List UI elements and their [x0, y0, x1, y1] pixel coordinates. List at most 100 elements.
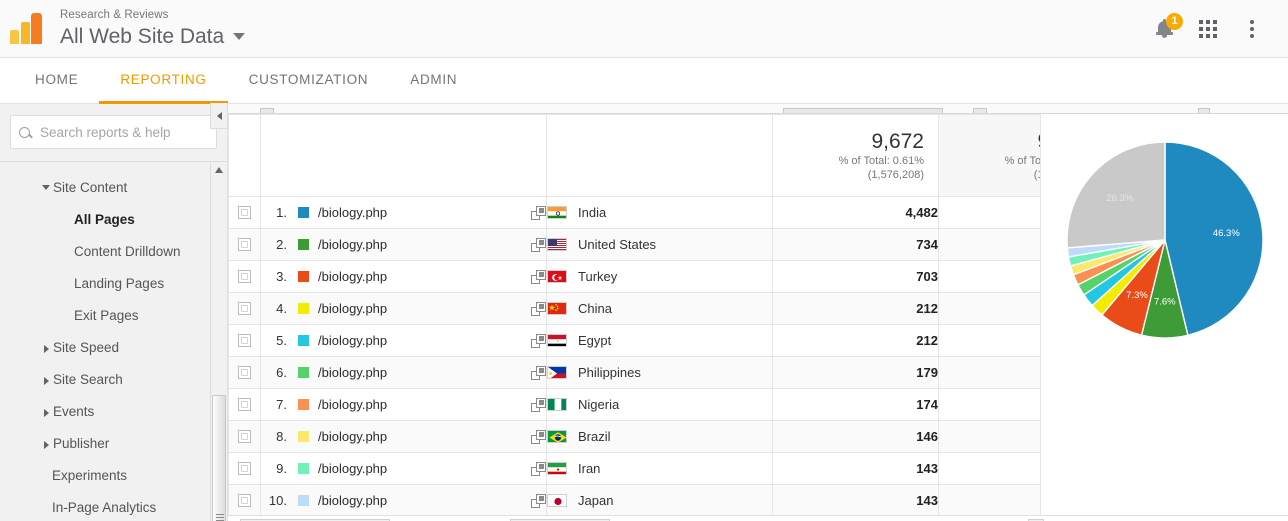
- table-row[interactable]: 1./biology.phpIndia4,48246.34%: [229, 197, 1105, 229]
- page-path-link[interactable]: /biology.php: [318, 397, 387, 412]
- row-checkbox-cell[interactable]: [229, 229, 261, 261]
- row-checkbox-cell[interactable]: [229, 453, 261, 485]
- row-checkbox[interactable]: [238, 366, 251, 379]
- open-in-new-window-icon[interactable]: [531, 270, 546, 284]
- sidebar-item-site-content[interactable]: Site Content: [0, 172, 227, 204]
- table-row[interactable]: 8./biology.phpBrazil1461.51%: [229, 421, 1105, 453]
- open-in-new-window-icon[interactable]: [531, 462, 546, 476]
- page-cell: 6./biology.php: [261, 357, 547, 389]
- page-path-link[interactable]: /biology.php: [318, 461, 387, 476]
- totals-pageviews-value: 9,672: [773, 130, 938, 154]
- row-checkbox[interactable]: [238, 302, 251, 315]
- sidebar-item-experiments[interactable]: Experiments: [0, 460, 227, 492]
- sidebar-item-all-pages[interactable]: All Pages: [0, 204, 227, 236]
- main-navigation-tabs: HOME REPORTING CUSTOMIZATION ADMIN: [0, 58, 1288, 104]
- row-checkbox[interactable]: [238, 494, 251, 507]
- sidebar-item-site-search[interactable]: Site Search: [0, 364, 227, 396]
- page-path-link[interactable]: /biology.php: [318, 429, 387, 444]
- row-checkbox[interactable]: [238, 398, 251, 411]
- page-path-link[interactable]: /biology.php: [318, 493, 387, 508]
- page-body: Site Content All Pages Content Drilldown…: [0, 104, 1288, 521]
- row-checkbox[interactable]: [238, 334, 251, 347]
- row-checkbox[interactable]: [238, 462, 251, 475]
- sidebar-item-publisher[interactable]: Publisher: [0, 428, 227, 460]
- account-selector[interactable]: Research & Reviews All Web Site Data: [60, 10, 245, 48]
- notification-count-badge: 1: [1166, 13, 1183, 30]
- pageviews-cell: 143: [773, 485, 939, 517]
- series-color-swatch: [298, 431, 309, 442]
- notifications-button[interactable]: 1: [1142, 7, 1186, 51]
- page-path-link[interactable]: /biology.php: [318, 205, 387, 220]
- open-in-new-window-icon[interactable]: [531, 494, 546, 508]
- open-in-new-window-icon[interactable]: [531, 334, 546, 348]
- flag-ng-icon: [547, 398, 567, 411]
- apps-button[interactable]: [1186, 7, 1230, 51]
- row-checkbox-cell[interactable]: [229, 421, 261, 453]
- tab-admin[interactable]: ADMIN: [389, 58, 478, 104]
- property-selector[interactable]: All Web Site Data: [60, 26, 245, 47]
- row-checkbox[interactable]: [238, 238, 251, 251]
- table-row[interactable]: 5./biology.phpEgypt2122.19%: [229, 325, 1105, 357]
- row-checkbox-cell[interactable]: [229, 293, 261, 325]
- table-row[interactable]: 2./biology.phpUnited States7347.59%: [229, 229, 1105, 261]
- open-in-new-window-icon[interactable]: [531, 366, 546, 380]
- pie-chart[interactable]: 46.3%7.6%7.3%26.3%: [1055, 130, 1275, 350]
- collapse-sidebar-button[interactable]: [210, 103, 228, 129]
- country-cell: Japan: [547, 485, 773, 517]
- row-checkbox-cell[interactable]: [229, 261, 261, 293]
- row-checkbox-cell[interactable]: [229, 197, 261, 229]
- sidebar-item-site-speed[interactable]: Site Speed: [0, 332, 227, 364]
- sidebar-item-landing-pages[interactable]: Landing Pages: [0, 268, 227, 300]
- tab-home[interactable]: HOME: [14, 58, 99, 104]
- row-checkbox-cell[interactable]: [229, 485, 261, 517]
- more-options-button[interactable]: [1230, 7, 1274, 51]
- open-in-new-window-icon[interactable]: [531, 430, 546, 444]
- sidebar-item-in-page-analytics[interactable]: In-Page Analytics: [0, 492, 227, 521]
- page-path-link[interactable]: /biology.php: [318, 301, 387, 316]
- series-color-swatch: [298, 495, 309, 506]
- sidebar-item-exit-pages[interactable]: Exit Pages: [0, 300, 227, 332]
- totals-checkbox-cell: [229, 115, 261, 197]
- row-checkbox-cell[interactable]: [229, 357, 261, 389]
- search-input[interactable]: [38, 124, 208, 141]
- search-box[interactable]: [10, 115, 217, 149]
- page-path-link[interactable]: /biology.php: [318, 333, 387, 348]
- property-name: All Web Site Data: [60, 26, 224, 47]
- chevron-down-icon[interactable]: [233, 33, 245, 40]
- row-checkbox[interactable]: [238, 430, 251, 443]
- open-in-new-window-icon[interactable]: [531, 238, 546, 252]
- table-row[interactable]: 7./biology.phpNigeria1741.80%: [229, 389, 1105, 421]
- page-path-link[interactable]: /biology.php: [318, 365, 387, 380]
- table-row[interactable]: 4./biology.phpChina2122.19%: [229, 293, 1105, 325]
- scrollbar-thumb[interactable]: [212, 395, 226, 521]
- open-in-new-window-icon[interactable]: [531, 302, 546, 316]
- pageviews-cell: 174: [773, 389, 939, 421]
- open-in-new-window-icon[interactable]: [531, 206, 546, 220]
- page-cell: 1./biology.php: [261, 197, 547, 229]
- sidebar-item-content-drilldown[interactable]: Content Drilldown: [0, 236, 227, 268]
- sidebar-item-events[interactable]: Events: [0, 396, 227, 428]
- table-row[interactable]: 10./biology.phpJapan1431.48%: [229, 485, 1105, 517]
- sidebar-item-label: Events: [53, 404, 94, 419]
- row-checkbox[interactable]: [238, 270, 251, 283]
- row-checkbox-cell[interactable]: [229, 325, 261, 357]
- open-in-new-window-icon[interactable]: [531, 398, 546, 412]
- row-checkbox[interactable]: [238, 206, 251, 219]
- row-checkbox-cell[interactable]: [229, 389, 261, 421]
- page-path-link[interactable]: /biology.php: [318, 269, 387, 284]
- page-cell: 4./biology.php: [261, 293, 547, 325]
- country-cell: India: [547, 197, 773, 229]
- tab-reporting[interactable]: REPORTING: [99, 58, 227, 104]
- sidebar-scrollbar[interactable]: [210, 163, 227, 521]
- more-options-icon: [1250, 20, 1254, 38]
- pageviews-cell: 703: [773, 261, 939, 293]
- table-row[interactable]: 3./biology.phpTurkey7037.27%: [229, 261, 1105, 293]
- table-row[interactable]: 9./biology.phpIran1431.48%: [229, 453, 1105, 485]
- country-name: Japan: [578, 493, 613, 508]
- page-path-link[interactable]: /biology.php: [318, 237, 387, 252]
- tab-customization[interactable]: CUSTOMIZATION: [228, 58, 390, 104]
- row-index: 2.: [261, 237, 287, 252]
- country-name: India: [578, 205, 606, 220]
- table-row[interactable]: 6./biology.phpPhilippines1791.85%: [229, 357, 1105, 389]
- scroll-up-arrow-icon[interactable]: [215, 167, 223, 173]
